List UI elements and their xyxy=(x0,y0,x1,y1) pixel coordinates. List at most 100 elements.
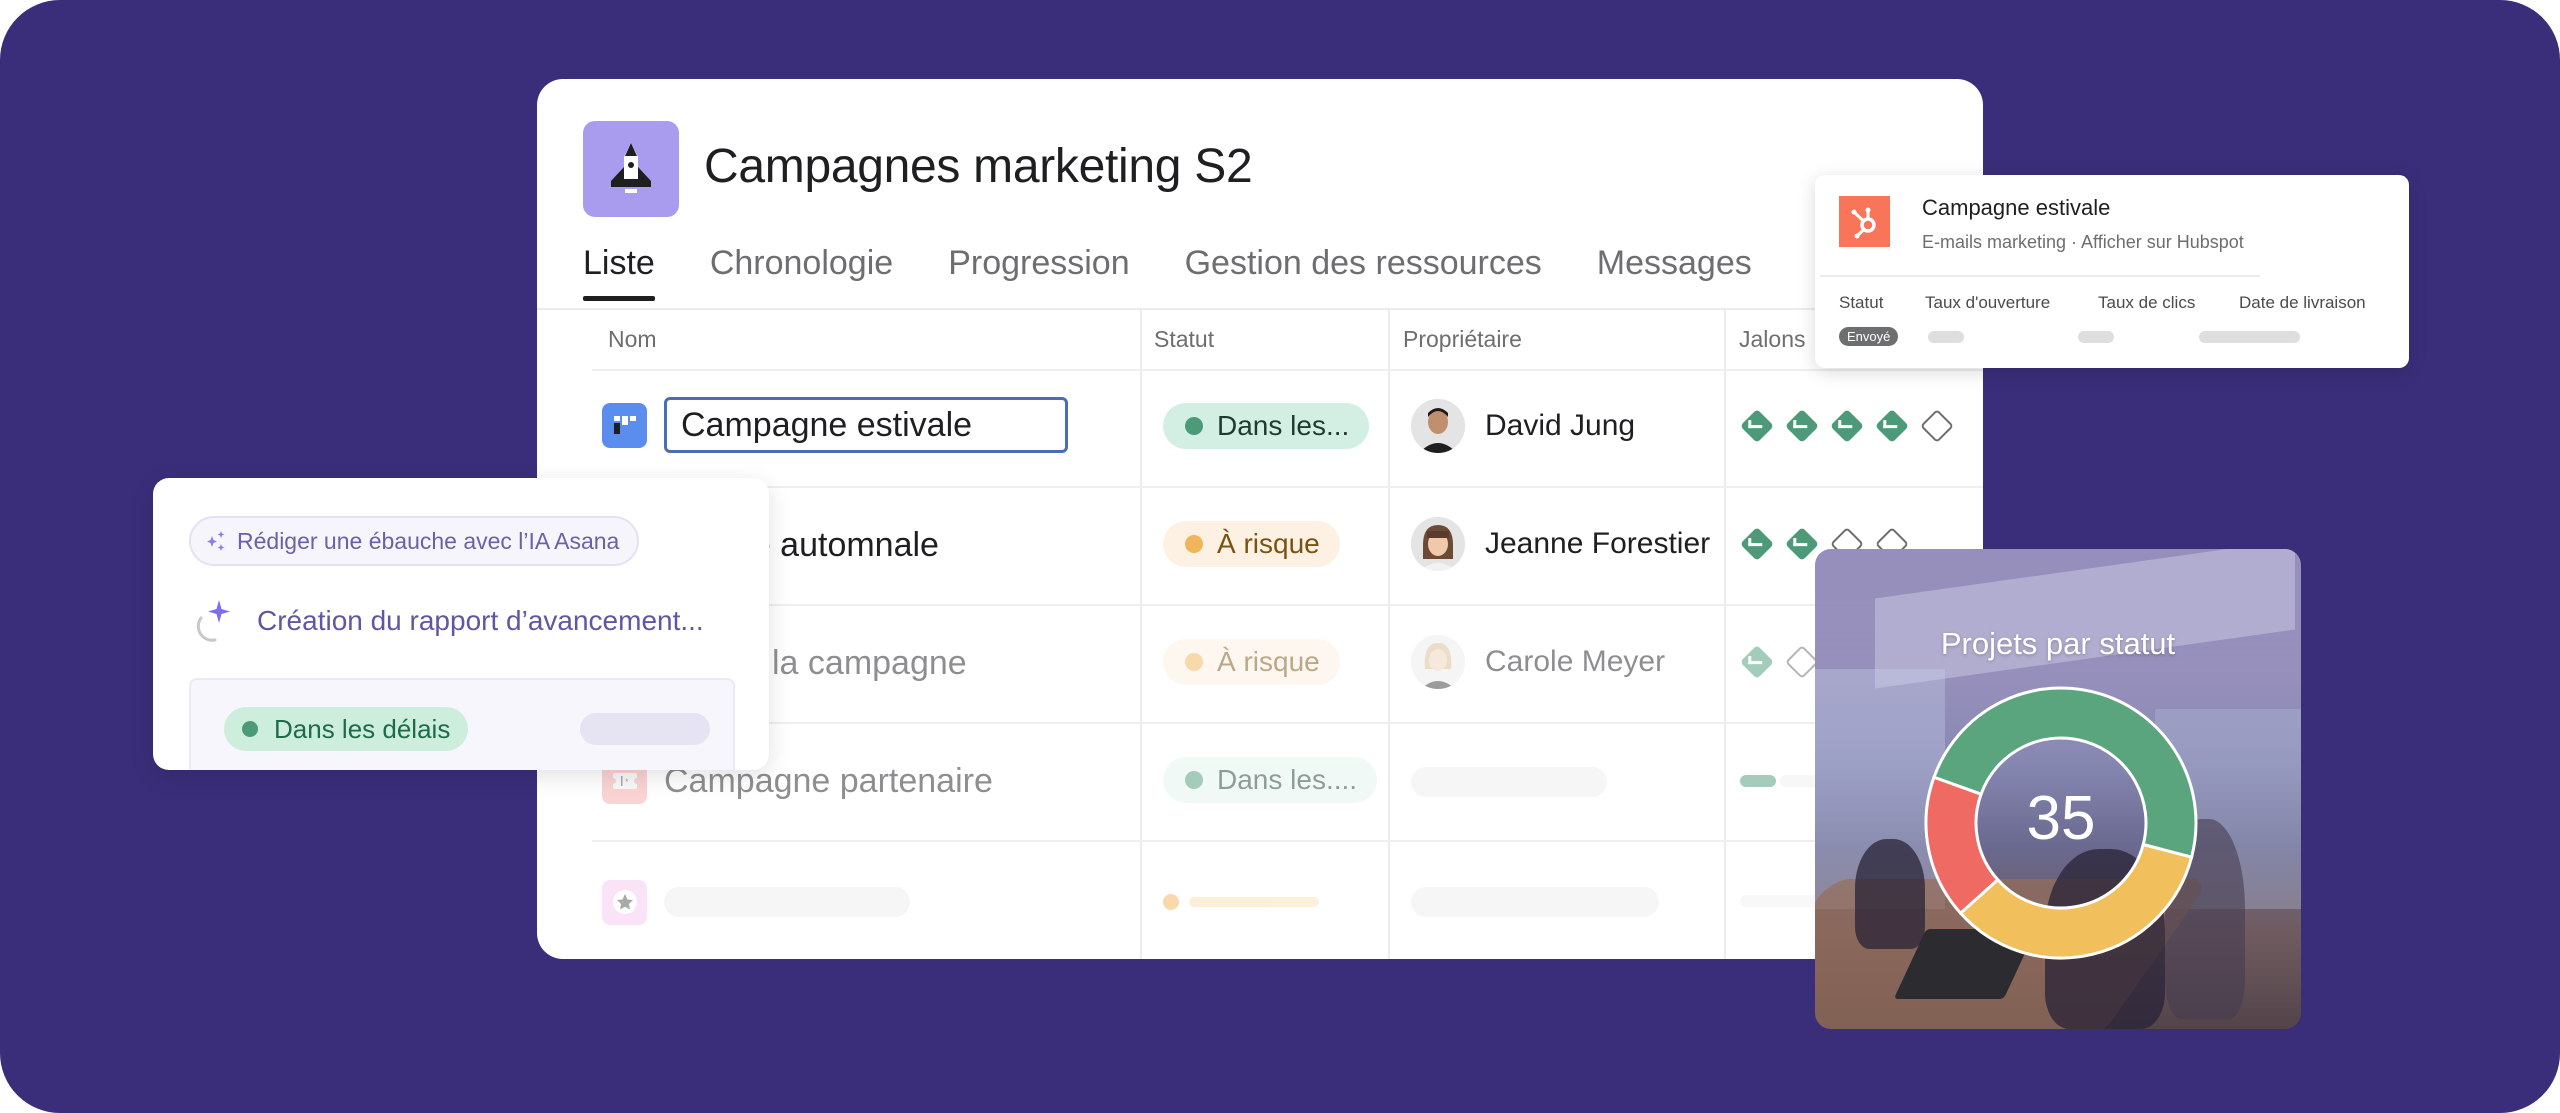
ai-status-text: Création du rapport d’avancement... xyxy=(257,605,704,636)
open-rate-placeholder xyxy=(1928,331,1964,343)
status-cell[interactable]: Dans les... xyxy=(1163,403,1370,449)
photo-ceiling xyxy=(1875,549,2295,689)
column-header-jalons[interactable]: Jalons xyxy=(1739,326,1805,353)
status-label: Dans les délais xyxy=(274,713,451,744)
row-divider xyxy=(592,604,1983,606)
hubspot-col-statut: Statut xyxy=(1839,293,1884,312)
milestone-complete-icon[interactable] xyxy=(1740,645,1774,679)
name-placeholder xyxy=(664,887,910,917)
status-cell[interactable]: Dans les.... xyxy=(1163,757,1378,803)
status-dot xyxy=(242,721,258,737)
owner-name: Carole Meyer xyxy=(1485,645,1666,678)
ai-report-preview: Dans les délais xyxy=(189,678,735,770)
chart-total: 35 xyxy=(2026,784,2096,853)
avatar xyxy=(1411,517,1465,571)
status-badge[interactable]: À risque xyxy=(1163,521,1340,567)
column-divider xyxy=(1388,310,1390,959)
slice-at-risk[interactable] xyxy=(1958,842,2194,960)
chart-title: Projets par statut xyxy=(1940,626,2176,661)
tab-divider xyxy=(537,308,1983,310)
milestone-complete-icon[interactable] xyxy=(1875,409,1909,443)
tab-bar: Liste Chronologie Progression Gestion de… xyxy=(583,244,1807,386)
hubspot-icon xyxy=(1851,207,1876,238)
status-label: Dans les.... xyxy=(1217,764,1358,795)
milestone-complete-icon[interactable] xyxy=(1740,409,1774,443)
status-label: Dans les... xyxy=(1217,410,1350,441)
milestone-progress xyxy=(1740,775,1776,787)
status-badge[interactable]: Dans les... xyxy=(1163,403,1370,449)
owner-cell[interactable]: Carole Meyer xyxy=(1411,635,1665,689)
status-label: À risque xyxy=(1217,528,1320,559)
owner-placeholder xyxy=(1411,887,1659,917)
task-name-input[interactable]: Campagne estivale xyxy=(664,397,1068,453)
ai-progress-status: Création du rapport d’avancement... xyxy=(193,598,704,644)
owner-cell[interactable]: Jeanne Forestier xyxy=(1411,517,1710,571)
milestone-placeholder xyxy=(1740,895,1820,907)
svg-text:*: * xyxy=(625,777,629,787)
tab-messages[interactable]: Messages xyxy=(1597,244,1752,300)
photo-person xyxy=(1855,839,1925,949)
row-divider xyxy=(592,369,1983,371)
status-cell[interactable]: À risque xyxy=(1163,521,1340,567)
hubspot-logo xyxy=(1839,196,1890,247)
milestone-complete-icon[interactable] xyxy=(1785,527,1819,561)
hubspot-divider xyxy=(1820,275,2260,277)
ai-draft-button[interactable]: Rédiger une ébauche avec l’IA Asana xyxy=(189,516,640,566)
ai-draft-label: Rédiger une ébauche avec l’IA Asana xyxy=(237,527,620,554)
status-badge: Dans les délais xyxy=(224,707,469,751)
click-rate-placeholder xyxy=(2078,331,2114,343)
milestone-incomplete-icon[interactable] xyxy=(1920,409,1954,443)
milestone-complete-icon[interactable] xyxy=(1785,409,1819,443)
status-badge[interactable]: Dans les.... xyxy=(1163,757,1378,803)
status-cell xyxy=(1163,885,1319,919)
status-dot xyxy=(1185,535,1203,553)
tab-progression[interactable]: Progression xyxy=(948,244,1129,300)
avatar xyxy=(1411,399,1465,453)
column-header-proprietaire[interactable]: Propriétaire xyxy=(1403,326,1522,353)
row-divider xyxy=(592,486,1983,488)
column-divider xyxy=(1140,310,1142,959)
loading-sparkle-icon xyxy=(196,600,230,642)
tab-gestion-ressources[interactable]: Gestion des ressources xyxy=(1185,244,1542,300)
owner-placeholder xyxy=(1411,767,1607,797)
star-icon xyxy=(602,879,647,925)
owner-cell xyxy=(1411,887,1659,917)
board-icon xyxy=(602,402,647,448)
column-header-nom[interactable]: Nom xyxy=(608,326,657,353)
task-name-value: Campagne estivale xyxy=(681,405,973,444)
rocket-icon xyxy=(611,143,651,193)
status-badge[interactable]: À risque xyxy=(1163,639,1340,685)
row-divider xyxy=(592,722,1983,724)
column-header-statut[interactable]: Statut xyxy=(1154,326,1214,353)
task-name[interactable]: la campagne xyxy=(772,644,967,683)
owner-name: David Jung xyxy=(1485,409,1636,442)
status-placeholder xyxy=(1189,897,1319,907)
tab-chronologie[interactable]: Chronologie xyxy=(710,244,893,300)
hubspot-preview-card[interactable]: Campagne estivale E-mails marketing · Af… xyxy=(1815,175,2409,368)
status-dot xyxy=(1185,417,1203,435)
hubspot-subtitle[interactable]: E-mails marketing · Afficher sur Hubspot xyxy=(1922,232,2244,253)
tab-liste[interactable]: Liste xyxy=(583,244,655,301)
avatar xyxy=(1411,635,1465,689)
status-dot xyxy=(1163,894,1179,910)
row-divider xyxy=(592,840,1983,842)
name-cell: Campagne estivale xyxy=(602,395,1068,455)
hubspot-title: Campagne estivale xyxy=(1922,195,2111,220)
milestone-list xyxy=(1740,409,1954,443)
owner-name: Jeanne Forestier xyxy=(1485,527,1711,560)
projects-by-status-widget: Projets par statut 35 xyxy=(1815,549,2301,1029)
background: Campagnes marketing S2 Liste Chronologie… xyxy=(0,0,2560,1113)
hubspot-col-click-rate: Taux de clics xyxy=(2098,293,2196,312)
project-title: Campagnes marketing S2 xyxy=(704,140,1253,193)
delivery-date-placeholder xyxy=(2199,331,2300,343)
milestones-cell xyxy=(1740,409,1954,443)
milestone-incomplete-icon[interactable] xyxy=(1785,645,1819,679)
milestone-complete-icon[interactable] xyxy=(1830,409,1864,443)
milestones-cell xyxy=(1740,895,1820,907)
column-divider xyxy=(1724,310,1726,959)
status-cell[interactable]: À risque xyxy=(1163,639,1340,685)
milestone-complete-icon[interactable] xyxy=(1740,527,1774,561)
owner-cell[interactable]: David Jung xyxy=(1411,399,1635,453)
hubspot-col-delivery-date: Date de livraison xyxy=(2239,293,2366,312)
status-label: À risque xyxy=(1217,646,1320,677)
